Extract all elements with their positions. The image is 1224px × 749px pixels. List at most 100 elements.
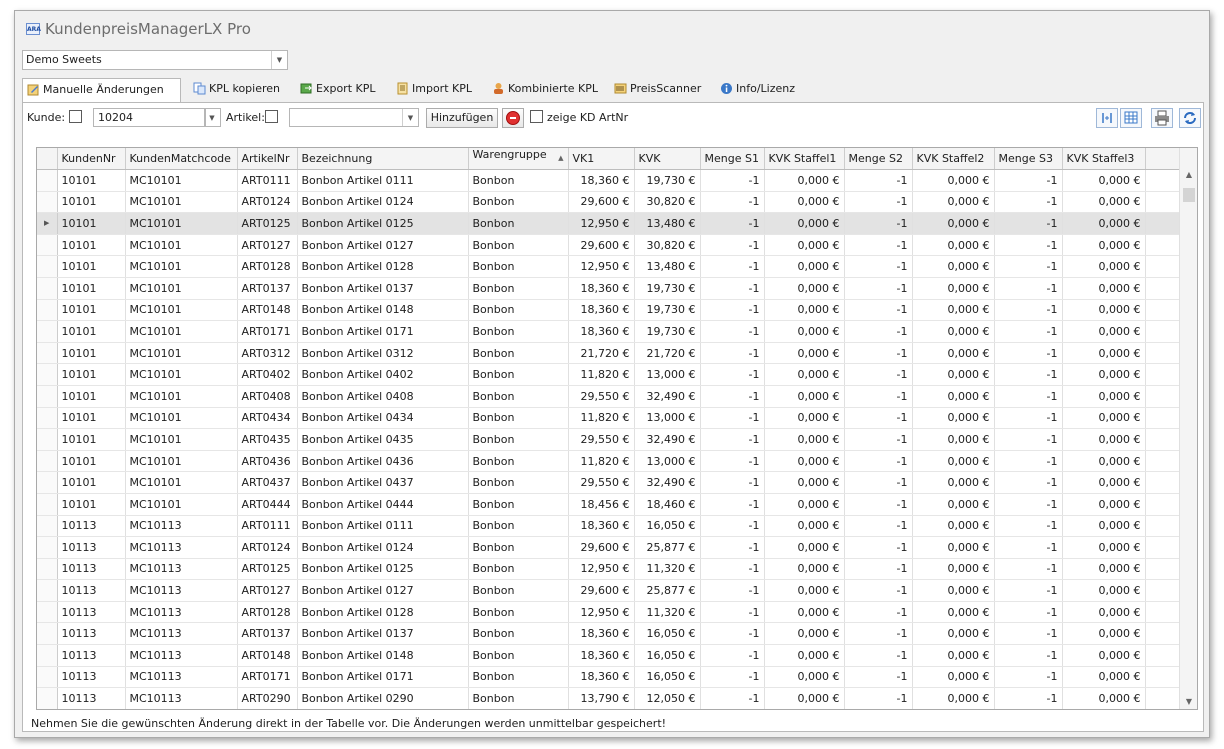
table-cell[interactable]: ART0171 <box>237 666 298 689</box>
table-cell[interactable]: ART0124 <box>237 191 298 214</box>
table-cell[interactable]: 0,000 € <box>912 191 995 214</box>
tab-export-kpl[interactable]: Export KPL <box>296 78 380 102</box>
table-cell[interactable]: 10113 <box>57 601 126 624</box>
table-cell[interactable]: 0,000 € <box>764 299 845 322</box>
table-cell[interactable]: 0,000 € <box>764 493 845 516</box>
table-cell[interactable]: 29,600 € <box>568 234 635 257</box>
row-indicator[interactable] <box>37 622 58 646</box>
table-cell[interactable]: 10101 <box>57 471 126 494</box>
table-cell[interactable]: 0,000 € <box>764 428 845 451</box>
table-cell[interactable]: Bonbon Artikel 0437 <box>297 471 469 494</box>
table-cell[interactable]: 0,000 € <box>912 666 995 689</box>
table-cell[interactable]: Bonbon <box>468 644 569 667</box>
row-indicator[interactable] <box>37 234 58 257</box>
row-indicator[interactable] <box>37 299 58 322</box>
row-indicator[interactable] <box>37 450 58 473</box>
table-cell[interactable]: 18,360 € <box>568 515 635 538</box>
column-header[interactable]: KVK Staffel2 <box>912 148 995 170</box>
table-cell[interactable]: 0,000 € <box>1062 277 1146 300</box>
table-cell[interactable]: -1 <box>844 277 913 300</box>
table-cell[interactable]: -1 <box>700 493 765 516</box>
table-cell[interactable]: Bonbon <box>468 342 569 365</box>
table-cell[interactable]: -1 <box>844 385 913 408</box>
table-cell[interactable]: MC10101 <box>125 255 238 278</box>
table-row[interactable]: 10101 MC10101 ART0148 Bonbon Artikel 0148 Bo… <box>37 299 1181 322</box>
table-cell[interactable]: -1 <box>700 471 765 494</box>
table-cell[interactable]: -1 <box>700 342 765 365</box>
table-cell[interactable]: 0,000 € <box>1062 385 1146 408</box>
table-cell[interactable]: -1 <box>844 428 913 451</box>
table-cell[interactable]: -1 <box>994 363 1063 386</box>
table-cell[interactable]: Bonbon Artikel 0111 <box>297 515 469 538</box>
delete-button[interactable] <box>502 108 524 128</box>
table-cell[interactable]: 0,000 € <box>912 558 995 581</box>
table-cell[interactable]: 0,000 € <box>764 342 845 365</box>
table-cell[interactable]: -1 <box>994 515 1063 538</box>
table-cell[interactable]: 10101 <box>57 255 126 278</box>
kunde-input[interactable]: 10204 <box>93 108 205 127</box>
column-header[interactable]: KVK Staffel3 <box>1062 148 1146 170</box>
table-cell[interactable]: 10101 <box>57 299 126 322</box>
table-cell[interactable]: 18,360 € <box>568 622 635 646</box>
row-indicator[interactable] <box>37 428 58 451</box>
row-indicator[interactable] <box>37 385 58 408</box>
table-cell[interactable]: 13,000 € <box>634 363 701 386</box>
table-cell[interactable]: 0,000 € <box>1062 363 1146 386</box>
table-cell[interactable]: -1 <box>700 212 765 235</box>
column-header[interactable]: KVK <box>634 148 701 170</box>
table-cell[interactable]: 0,000 € <box>1062 234 1146 257</box>
table-cell[interactable]: 0,000 € <box>912 169 995 192</box>
table-cell[interactable]: -1 <box>994 666 1063 689</box>
table-cell[interactable]: ART0125 <box>237 212 298 235</box>
table-cell[interactable]: Bonbon Artikel 0124 <box>297 191 469 214</box>
scroll-down-icon[interactable]: ▼ <box>1180 697 1197 706</box>
table-cell[interactable]: Bonbon Artikel 0290 <box>297 687 469 709</box>
table-cell[interactable]: ART0128 <box>237 601 298 624</box>
table-cell[interactable]: 10101 <box>57 191 126 214</box>
table-row[interactable]: 10101 MC10101 ART0312 Bonbon Artikel 0312 Bo… <box>37 342 1181 365</box>
column-header[interactable]: KundenMatchcode <box>125 148 238 170</box>
table-cell[interactable]: 10101 <box>57 493 126 516</box>
table-cell[interactable]: 0,000 € <box>764 277 845 300</box>
table-cell[interactable]: 0,000 € <box>1062 191 1146 214</box>
row-indicator[interactable] <box>37 601 58 624</box>
vertical-scrollbar[interactable]: ▲ ▼ <box>1179 148 1197 709</box>
table-cell[interactable]: Bonbon <box>468 601 569 624</box>
print-button[interactable] <box>1151 108 1173 128</box>
tab-kombinierte-kpl[interactable]: Kombinierte KPL <box>488 78 600 102</box>
table-cell[interactable]: 0,000 € <box>912 644 995 667</box>
table-cell[interactable]: -1 <box>994 299 1063 322</box>
column-header[interactable]: Menge S1 <box>700 148 765 170</box>
table-cell[interactable]: Bonbon <box>468 515 569 538</box>
table-cell[interactable]: 13,480 € <box>634 212 701 235</box>
table-cell[interactable]: Bonbon <box>468 493 569 516</box>
table-cell[interactable]: Bonbon Artikel 0125 <box>297 212 469 235</box>
table-row[interactable]: 10101 MC10101 ART0137 Bonbon Artikel 0137 Bo… <box>37 277 1181 300</box>
table-cell[interactable]: -1 <box>700 622 765 646</box>
table-cell[interactable]: Bonbon <box>468 191 569 214</box>
table-cell[interactable]: Bonbon <box>468 255 569 278</box>
table-cell[interactable]: Bonbon Artikel 0312 <box>297 342 469 365</box>
table-cell[interactable]: MC10101 <box>125 320 238 343</box>
table-cell[interactable]: -1 <box>994 644 1063 667</box>
table-cell[interactable]: ART0290 <box>237 687 298 709</box>
table-cell[interactable]: 10101 <box>57 385 126 408</box>
table-cell[interactable]: -1 <box>994 342 1063 365</box>
table-cell[interactable]: 0,000 € <box>1062 579 1146 602</box>
row-indicator[interactable] <box>37 191 58 214</box>
table-cell[interactable]: 10101 <box>57 407 126 430</box>
table-cell[interactable]: MC10113 <box>125 515 238 538</box>
table-cell[interactable]: 0,000 € <box>1062 622 1146 646</box>
table-cell[interactable]: 10113 <box>57 622 126 646</box>
row-indicator[interactable] <box>37 169 58 192</box>
column-header[interactable]: VK1 <box>568 148 635 170</box>
table-cell[interactable]: -1 <box>994 277 1063 300</box>
tab-preisscanner[interactable]: PreisScanner <box>610 78 708 102</box>
table-cell[interactable]: -1 <box>994 471 1063 494</box>
table-cell[interactable]: 0,000 € <box>1062 428 1146 451</box>
table-cell[interactable]: 0,000 € <box>912 493 995 516</box>
table-row[interactable]: 10113 MC10113 ART0171 Bonbon Artikel 0171 Bo… <box>37 666 1181 689</box>
row-indicator[interactable] <box>37 363 58 386</box>
table-cell[interactable]: 0,000 € <box>1062 493 1146 516</box>
column-header[interactable]: Warengruppe ▲ <box>468 148 569 170</box>
